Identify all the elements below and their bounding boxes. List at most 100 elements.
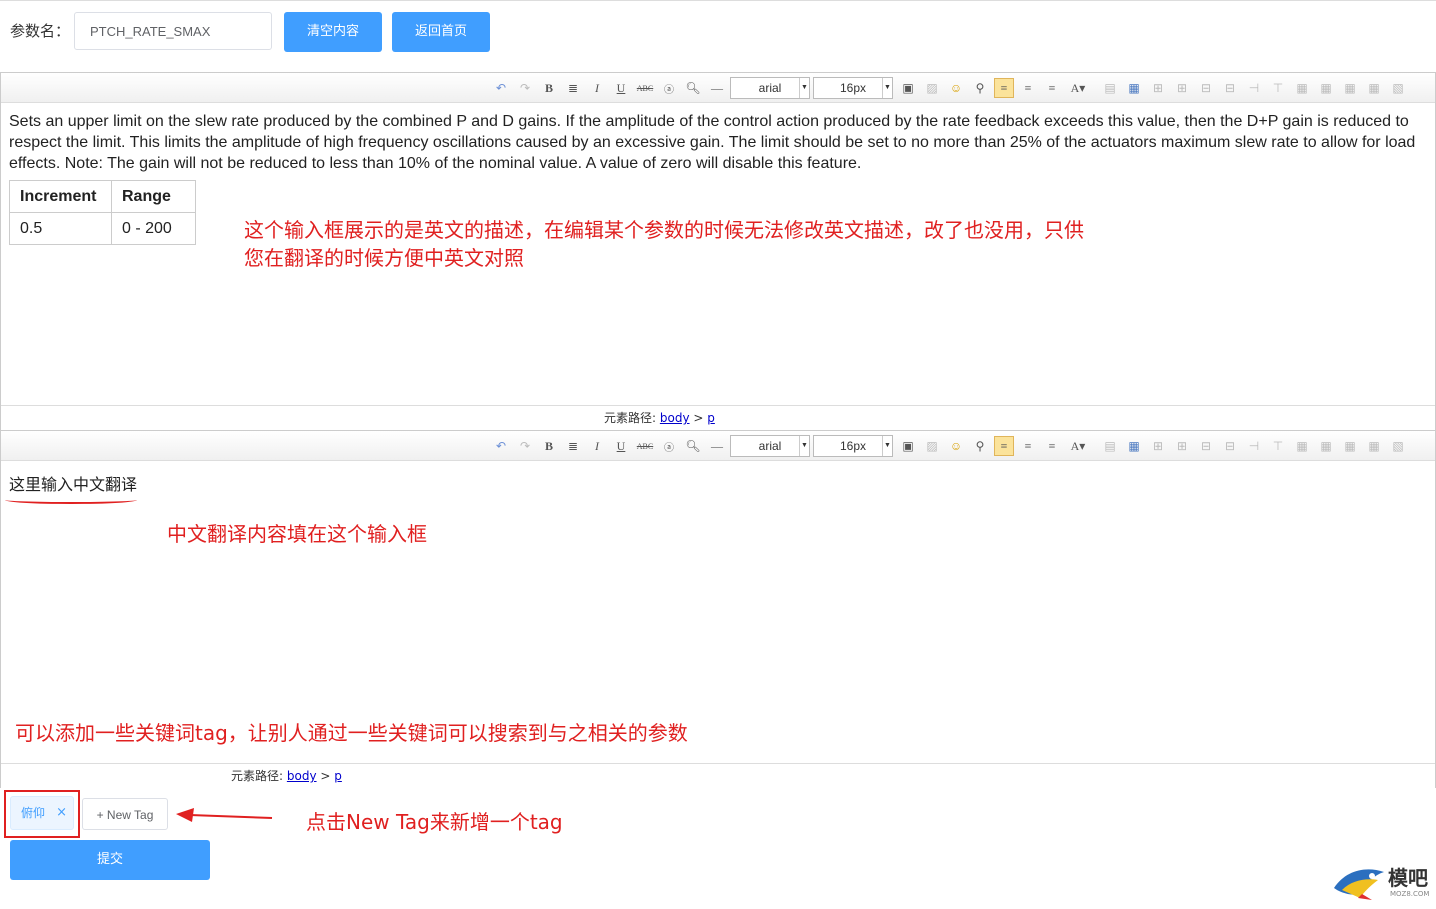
column-props-icon[interactable]: ▦ [1364,436,1384,456]
clear-content-button[interactable]: 清空内容 [284,12,382,52]
font-size-select[interactable]: 16px ▼ [813,435,893,457]
align-center-icon[interactable]: ≡ [1042,436,1062,456]
split-cells-icon[interactable]: ⊤ [1268,436,1288,456]
font-family-value: arial [758,439,782,453]
english-editor-annotation-line1: 这个输入框展示的是英文的描述，在编辑某个参数的时候无法修改英文描述，改了也没用，… [244,218,1084,242]
back-home-button[interactable]: 返回首页 [392,12,490,52]
delete-column-icon[interactable]: ⊟ [1220,436,1240,456]
column-props-icon[interactable]: ▦ [1364,78,1384,98]
cell-props-icon[interactable]: ▦ [1316,436,1336,456]
image-icon[interactable]: ▨ [922,78,942,98]
strikethrough-icon[interactable]: ABC [635,78,655,98]
bold-icon[interactable]: B [539,436,559,456]
delete-row-icon[interactable]: ⊟ [1196,436,1216,456]
italic-icon[interactable]: I [587,78,607,98]
element-path-label: 元素路径: [231,769,284,783]
row-props-icon[interactable]: ▦ [1340,78,1360,98]
delete-row-icon[interactable]: ⊟ [1196,78,1216,98]
horizontal-rule-icon[interactable]: — [707,78,727,98]
insert-paragraph-icon[interactable]: ▤ [1100,78,1120,98]
element-path-label: 元素路径: [604,411,657,425]
insert-column-icon[interactable]: ⊞ [1172,436,1192,456]
chevron-down-icon: ▼ [799,78,809,98]
preview-icon[interactable]: ▣ [898,78,918,98]
indent-icon[interactable]: ≣ [563,78,583,98]
undo-icon[interactable]: ↶ [491,78,511,98]
font-size-value: 16px [839,81,867,95]
insert-paragraph-icon[interactable]: ▤ [1100,436,1120,456]
chinese-translation-text: 这里输入中文翻译 [9,475,138,494]
editor-toolbar: ↶ ↷ B ≣ I U ABC ⓐ 🔍︎ — arial ▼ 16px ▼ ▣ ▨ … [1,431,1435,461]
font-color-icon[interactable]: A▾ [1068,436,1088,456]
horizontal-rule-icon[interactable]: — [707,436,727,456]
emoticon-icon[interactable]: ☺ [946,436,966,456]
image-icon[interactable]: ▨ [922,436,942,456]
insert-column-icon[interactable]: ⊞ [1172,78,1192,98]
align-center-icon[interactable]: ≡ [1042,78,1062,98]
close-icon[interactable]: × [56,797,67,829]
increment-range-table: Increment Range 0.5 0 - 200 [9,180,196,245]
table-header-range: Range [111,180,196,213]
insert-row-icon[interactable]: ⊞ [1148,78,1168,98]
chevron-down-icon: ▼ [882,78,892,98]
path-p-link[interactable]: p [334,769,342,783]
cell-props-icon[interactable]: ▦ [1316,78,1336,98]
annotation-underline [5,496,137,504]
element-path-bar: 元素路径: body > p [1,405,1435,430]
strikethrough-icon[interactable]: ABC [635,436,655,456]
insert-table-icon[interactable]: ▦ [1124,436,1144,456]
delete-column-icon[interactable]: ⊟ [1220,78,1240,98]
delete-table-icon[interactable]: ▧ [1388,78,1408,98]
italic-icon[interactable]: I [587,436,607,456]
bold-icon[interactable]: B [539,78,559,98]
param-name-label: 参数名： [10,22,71,40]
path-p-link[interactable]: p [707,411,715,425]
emoticon-icon[interactable]: ☺ [946,78,966,98]
table-props-icon[interactable]: ▦ [1292,78,1312,98]
font-border-icon[interactable]: ⓐ [659,436,679,456]
chinese-editor-annotation: 中文翻译内容填在这个输入框 [167,522,427,546]
table-props-icon[interactable]: ▦ [1292,436,1312,456]
underline-icon[interactable]: U [611,436,631,456]
align-left-icon[interactable]: ≡ [994,436,1014,456]
align-left-icon[interactable]: ≡ [994,78,1014,98]
english-editor-annotation-line2: 您在翻译的时候方便中英文对照 [244,246,524,270]
tag-annotation: 可以添加一些关键词tag，让别人通过一些关键词可以搜索到与之相关的参数 [15,721,688,745]
row-props-icon[interactable]: ▦ [1340,436,1360,456]
font-family-select[interactable]: arial ▼ [730,435,810,457]
delete-table-icon[interactable]: ▧ [1388,436,1408,456]
insert-table-icon[interactable]: ▦ [1124,78,1144,98]
indent-icon[interactable]: ≣ [563,436,583,456]
merge-cells-icon[interactable]: ⊣ [1244,436,1264,456]
font-border-icon[interactable]: ⓐ [659,78,679,98]
align-right-icon[interactable]: ≡ [1018,436,1038,456]
table-header-increment: Increment [9,180,112,213]
font-size-value: 16px [839,439,867,453]
redo-icon[interactable]: ↷ [515,436,535,456]
font-size-select[interactable]: 16px ▼ [813,77,893,99]
tag-item[interactable]: 俯仰 × [10,796,74,830]
search-replace-icon[interactable]: 🔍︎ [683,78,703,98]
align-right-icon[interactable]: ≡ [1018,78,1038,98]
table-cell-increment: 0.5 [9,212,112,245]
split-cells-icon[interactable]: ⊤ [1268,78,1288,98]
find-icon[interactable]: ⚲ [970,78,990,98]
find-icon[interactable]: ⚲ [970,436,990,456]
merge-cells-icon[interactable]: ⊣ [1244,78,1264,98]
new-tag-button[interactable]: + New Tag [82,798,168,830]
table-cell-range: 0 - 200 [111,212,196,245]
insert-row-icon[interactable]: ⊞ [1148,436,1168,456]
element-path-bar: 元素路径: body > p [1,763,1435,788]
path-body-link[interactable]: body [287,769,317,783]
redo-icon[interactable]: ↷ [515,78,535,98]
path-body-link[interactable]: body [660,411,690,425]
param-name-input[interactable]: PTCH_RATE_SMAX [74,12,272,50]
submit-button[interactable]: 提交 [10,840,210,880]
search-replace-icon[interactable]: 🔍︎ [683,436,703,456]
undo-icon[interactable]: ↶ [491,436,511,456]
preview-icon[interactable]: ▣ [898,436,918,456]
bird-logo-icon [1334,869,1384,900]
underline-icon[interactable]: U [611,78,631,98]
font-family-select[interactable]: arial ▼ [730,77,810,99]
font-color-icon[interactable]: A▾ [1068,78,1088,98]
